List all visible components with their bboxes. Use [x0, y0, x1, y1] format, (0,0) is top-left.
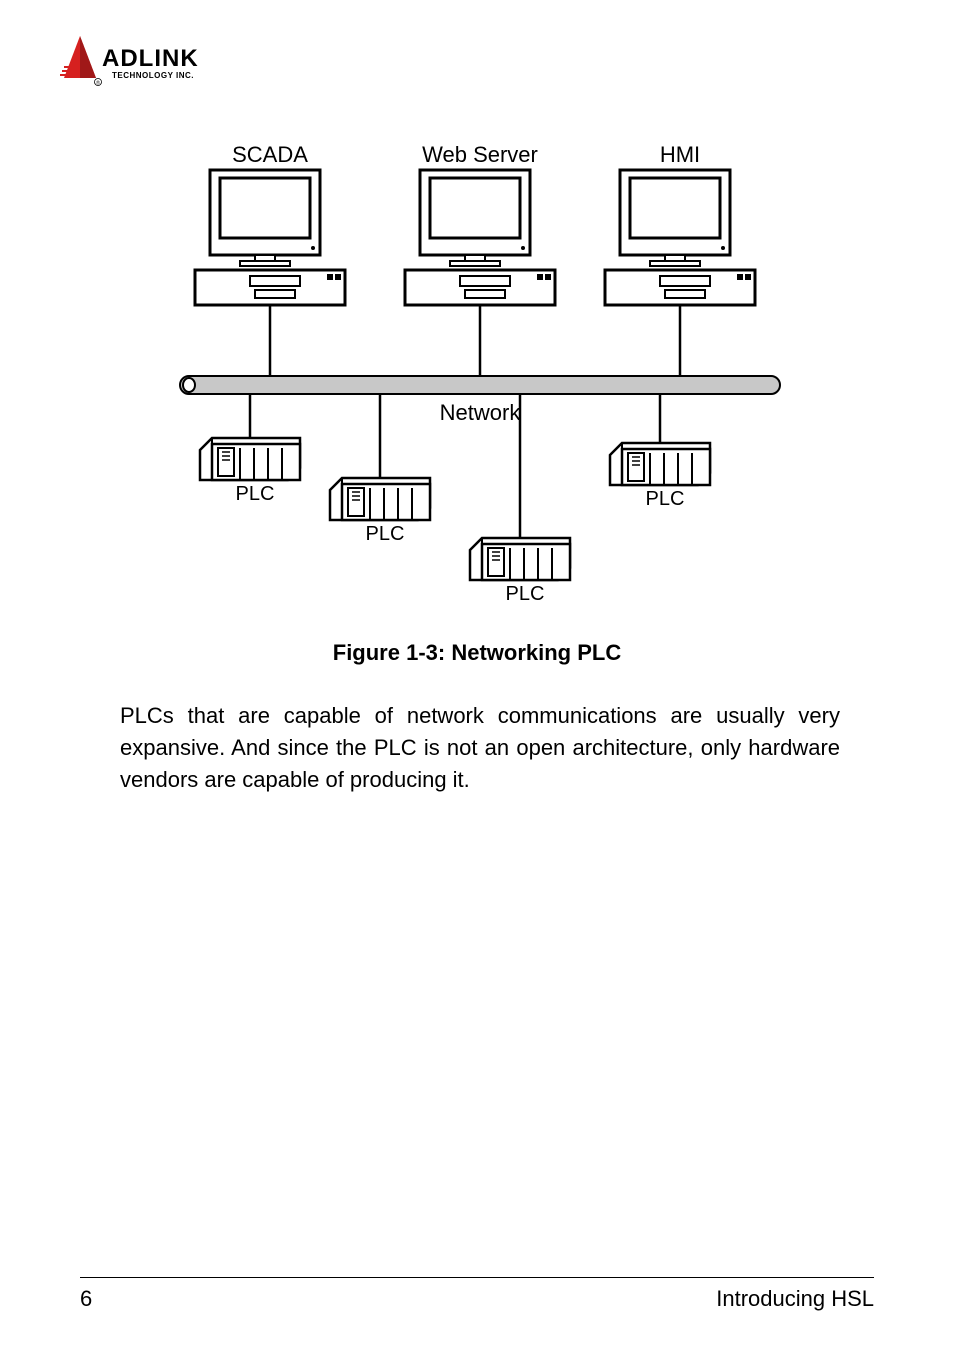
page-number: 6: [80, 1286, 92, 1312]
page: ADLINK TECHNOLOGY INC. ®: [0, 0, 954, 1352]
page-footer: 6 Introducing HSL: [80, 1277, 874, 1312]
plc-icon: [330, 478, 430, 520]
diagram-label-hmi: HMI: [660, 142, 700, 167]
svg-text:®: ®: [96, 80, 100, 87]
computer-icon: [605, 170, 755, 305]
diagram-label-plc: PLC: [236, 483, 275, 505]
logo-tagline-text: TECHNOLOGY INC.: [112, 71, 194, 80]
diagram-label-plc: PLC: [506, 583, 545, 605]
diagram-label-webserver: Web Server: [422, 142, 538, 167]
diagram-label-plc: PLC: [646, 488, 685, 510]
section-title: Introducing HSL: [716, 1286, 874, 1312]
logo-brand-text: ADLINK: [102, 45, 199, 72]
network-diagram: SCADA Web Server HMI Network PLC: [160, 140, 800, 610]
plc-icon: [200, 438, 300, 480]
computer-icon: [195, 170, 345, 305]
diagram-label-network: Network: [440, 400, 522, 425]
plc-icon: [470, 538, 570, 580]
diagram-label-plc: PLC: [366, 523, 405, 545]
body-paragraph: PLCs that are capable of network communi…: [120, 700, 840, 796]
computer-icon: [405, 170, 555, 305]
diagram-label-scada: SCADA: [232, 142, 308, 167]
figure-caption: Figure 1-3: Networking PLC: [0, 640, 954, 666]
plc-icon: [610, 443, 710, 485]
brand-logo: ADLINK TECHNOLOGY INC. ®: [60, 30, 230, 90]
